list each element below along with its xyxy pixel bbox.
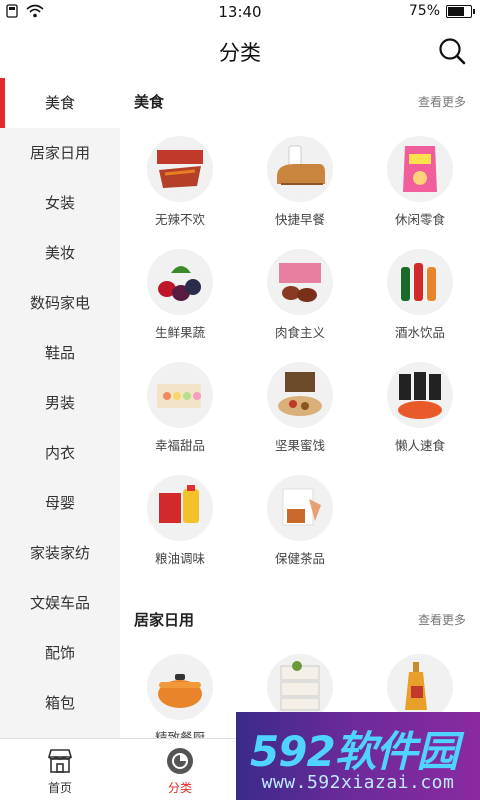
sidebar-item[interactable]: 家装家纺	[0, 528, 120, 578]
section-title: 美食	[134, 93, 165, 111]
category-tile[interactable]: 保健茶品	[240, 463, 360, 576]
category-label: 保健茶品	[274, 551, 325, 566]
sidebar-item[interactable]: 数码家电	[0, 278, 120, 328]
see-more-link[interactable]: 查看更多	[418, 93, 466, 110]
section-title: 居家日用	[134, 611, 195, 629]
sidebar-item[interactable]: 内衣	[0, 428, 120, 478]
category-tile[interactable]: 精致餐厨	[120, 642, 240, 738]
category-label: 无辣不欢	[154, 212, 205, 227]
section-header: 美食 查看更多	[120, 78, 480, 124]
category-thumbnail	[267, 136, 333, 202]
sidebar-item[interactable]: 美食	[0, 78, 120, 128]
category-tile[interactable]: 懒人速食	[360, 350, 480, 463]
status-bar: 13:40 75%	[0, 0, 480, 24]
category-thumbnail	[147, 475, 213, 541]
category-tile[interactable]: 酒水饮品	[360, 237, 480, 350]
category-tile[interactable]: 肉食主义	[240, 237, 360, 350]
category-grid: 无辣不欢 快捷早餐 休闲零食生鲜果蔬 肉食主义 酒水饮品幸福甜品 坚果蜜饯 懒人速食粮油调味…	[120, 124, 480, 576]
category-label: 粮油调味	[154, 551, 205, 566]
tab-category[interactable]: 分类	[120, 739, 240, 801]
tab-home-label: 首页	[47, 781, 72, 795]
category-thumbnail	[387, 362, 453, 428]
category-thumbnail	[147, 136, 213, 202]
category-thumbnail	[387, 136, 453, 202]
sidebar-item[interactable]: 鞋品	[0, 328, 120, 378]
category-section: 美食 查看更多无辣不欢 快捷早餐 休闲零食生鲜果蔬 肉食主义 酒水饮品幸福甜品 坚果蜜饯 懒人…	[120, 78, 480, 576]
category-tile[interactable]: 生鲜果蔬	[120, 237, 240, 350]
category-sidebar: 美食 居家日用 女装 美妆 数码家电 鞋品 男装 内衣 母婴 家装家纺 文娱车品 配饰 箱包	[0, 78, 120, 738]
sidebar-item[interactable]: 箱包	[0, 678, 120, 728]
category-tile[interactable]: 坚果蜜饯	[240, 350, 360, 463]
sidebar-item[interactable]: 配饰	[0, 628, 120, 678]
search-icon[interactable]	[438, 37, 466, 65]
watermark-url: www.592xiazai.com	[261, 772, 455, 793]
battery-icon	[446, 4, 475, 18]
category-tile[interactable]: 无辣不欢	[120, 124, 240, 237]
category-label: 快捷早餐	[274, 212, 325, 227]
tab-category-label: 分类	[167, 781, 192, 795]
category-label: 幸福甜品	[154, 438, 205, 453]
category-icon	[167, 748, 193, 774]
category-tile[interactable]: 粮油调味	[120, 463, 240, 576]
battery-percent: 75%	[408, 3, 440, 19]
status-icons-right: 75%	[408, 3, 475, 19]
category-content: 美食 查看更多 无辣不欢 快捷早餐 休闲零食 生鲜果蔬 肉食主义 酒水饮品 幸福甜品 坚果蜜饯 懒人…	[120, 78, 480, 738]
category-thumbnail	[267, 362, 333, 428]
category-label: 懒人速食	[394, 438, 445, 453]
sidebar-item[interactable]: 居家日用	[0, 128, 120, 178]
category-thumbnail	[147, 362, 213, 428]
sidebar-item[interactable]: 男装	[0, 378, 120, 428]
sidebar-item[interactable]: 女装	[0, 178, 120, 228]
store-icon	[47, 749, 73, 773]
category-thumbnail	[147, 654, 213, 720]
category-thumbnail	[267, 654, 333, 720]
section-header: 居家日用 查看更多	[120, 596, 480, 642]
category-thumbnail	[267, 249, 333, 315]
category-label: 休闲零食	[394, 212, 445, 227]
tab-home[interactable]: 首页	[0, 739, 120, 801]
category-label: 坚果蜜饯	[274, 438, 325, 453]
category-thumbnail	[387, 249, 453, 315]
category-label: 精致餐厨	[154, 730, 205, 738]
watermark-main: 592软件园	[250, 727, 459, 776]
category-thumbnail	[387, 654, 453, 720]
category-label: 生鲜果蔬	[154, 325, 205, 340]
category-label: 肉食主义	[274, 325, 325, 340]
sidebar-item[interactable]: 文娱车品	[0, 578, 120, 628]
sidebar-item[interactable]: 美妆	[0, 228, 120, 278]
category-tile[interactable]: 快捷早餐	[240, 124, 360, 237]
page-header: 分类	[0, 24, 480, 78]
category-tile[interactable]: 幸福甜品	[120, 350, 240, 463]
page-title: 分类	[219, 41, 261, 65]
category-thumbnail	[147, 249, 213, 315]
see-more-link[interactable]: 查看更多	[418, 611, 466, 628]
watermark-logo: 592软件园 www.592xiazai.com	[236, 712, 480, 800]
sidebar-item[interactable]: 母婴	[0, 478, 120, 528]
category-label: 酒水饮品	[394, 325, 445, 340]
category-thumbnail	[267, 475, 333, 541]
category-tile[interactable]: 休闲零食	[360, 124, 480, 237]
